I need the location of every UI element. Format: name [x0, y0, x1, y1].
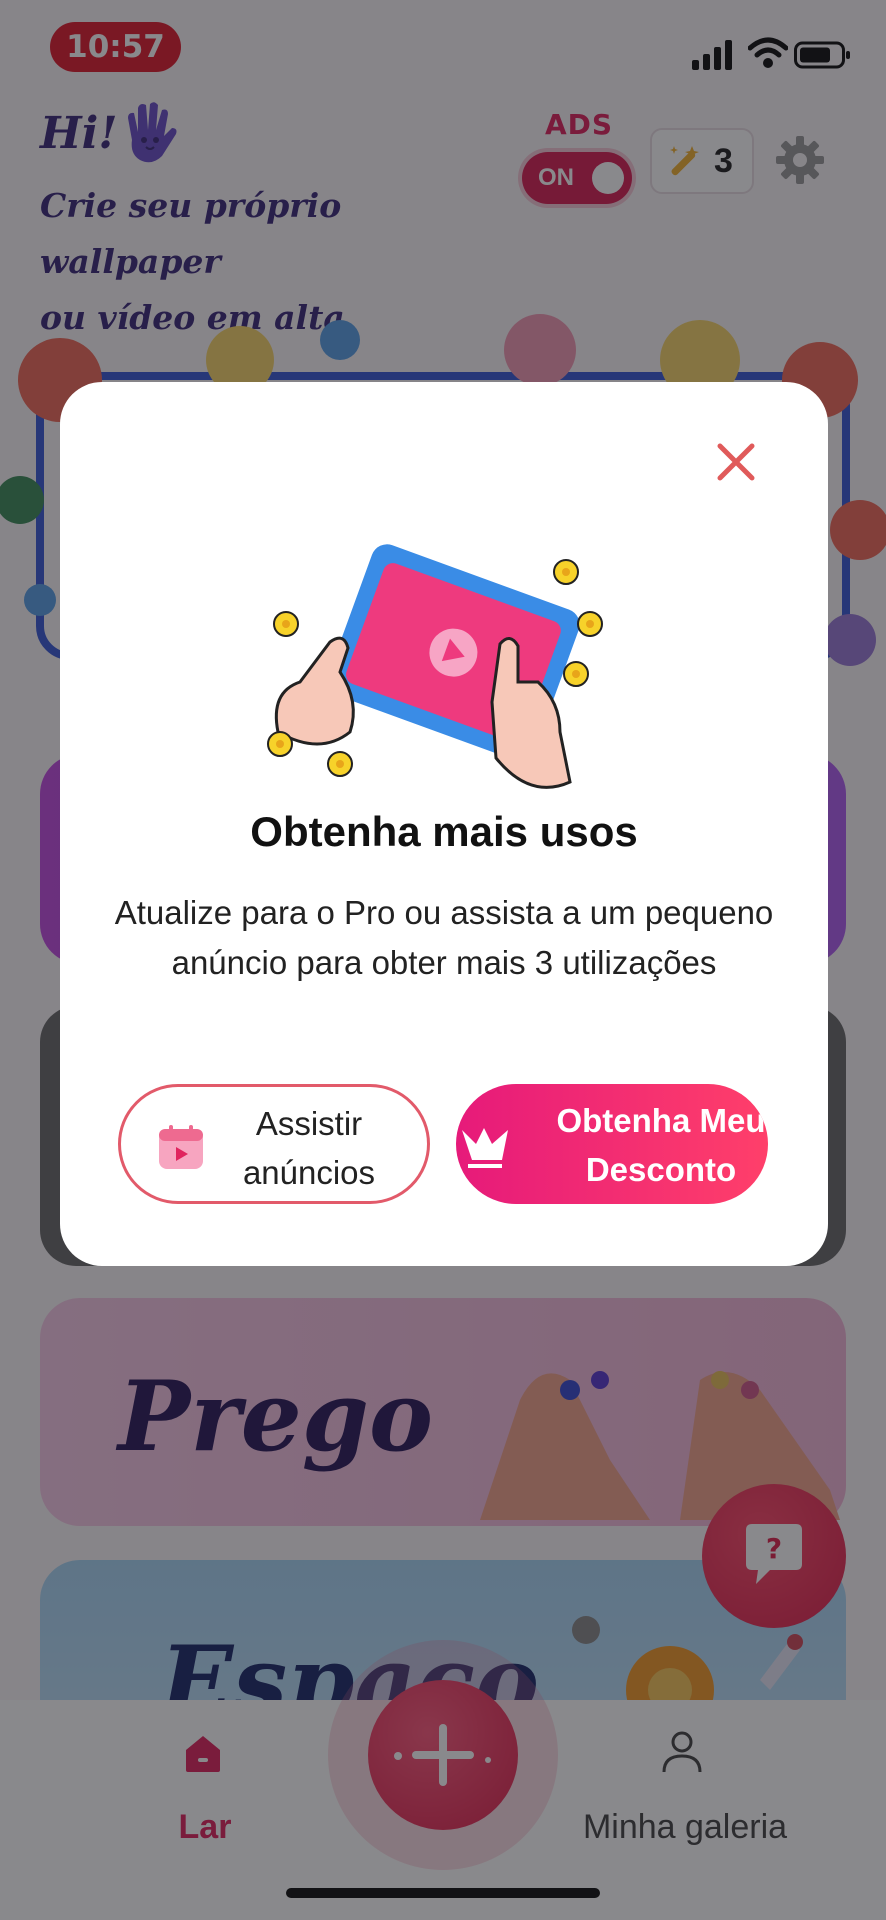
crown-discount-icon: [462, 1128, 508, 1168]
watch-ads-line-2: anúncios: [242, 1154, 376, 1191]
dialog-title: Obtenha mais usos: [250, 808, 638, 855]
watch-ads-label: Assistir anúncios: [209, 1099, 409, 1197]
get-discount-label: Obtenha Meu Desconto: [516, 1096, 768, 1194]
get-more-uses-dialog: Obtenha mais usos Atualize para o Pro ou…: [60, 382, 828, 1266]
video-calendar-icon: [159, 1125, 203, 1169]
app-screen: 10:57 Hi! Crie seu próprio wallpaper ou …: [0, 0, 886, 1920]
dialog-message: Atualize para o Pro ou assista a um pequ…: [114, 894, 774, 981]
get-discount-line-2: Desconto: [585, 1151, 737, 1188]
watch-ads-line-1: Assistir: [255, 1105, 363, 1142]
get-discount-line-1: Obtenha Meu: [556, 1102, 766, 1139]
watch-ads-button[interactable]: Assistir anúncios: [118, 1084, 430, 1204]
tablet-video-illustration: [267, 544, 603, 789]
close-icon[interactable]: [712, 438, 760, 486]
get-discount-button[interactable]: Obtenha Meu Desconto: [456, 1084, 768, 1204]
